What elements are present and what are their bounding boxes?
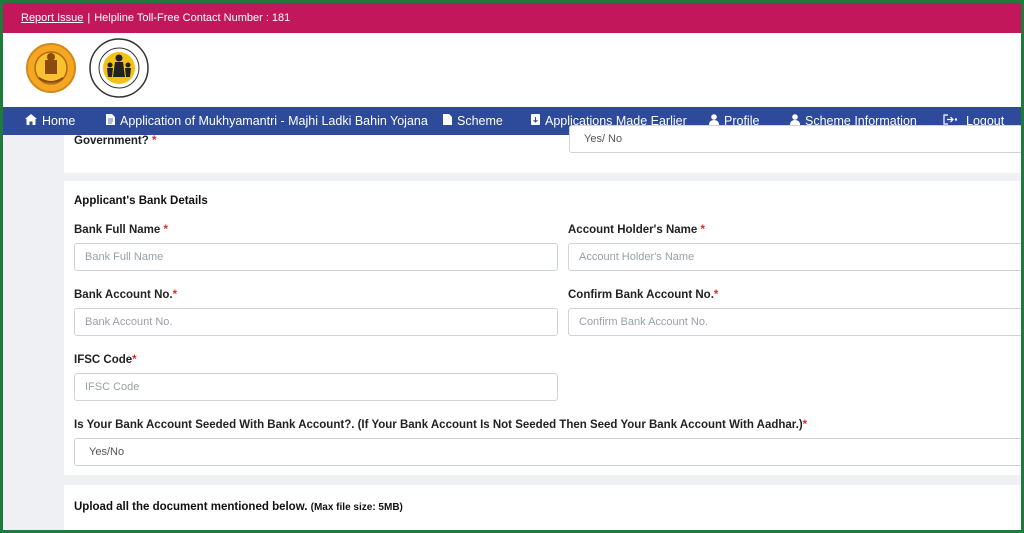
file-icon bbox=[443, 114, 452, 128]
header-logo-area bbox=[3, 33, 1021, 107]
nav-scheme-label: Scheme bbox=[457, 114, 503, 128]
required-mark: * bbox=[163, 224, 168, 236]
bank-account-no-label-text: Bank Account No. bbox=[74, 289, 173, 301]
separator: | bbox=[87, 12, 91, 24]
seeded-question-text: Is Your Bank Account Seeded With Bank Ac… bbox=[74, 419, 803, 431]
bank-details-card: Applicant's Bank Details Bank Full Name … bbox=[64, 181, 1024, 475]
required-mark: * bbox=[700, 224, 705, 236]
nav-home-label: Home bbox=[42, 114, 76, 128]
nav-scheme[interactable]: Scheme bbox=[443, 107, 503, 135]
government-question-text: Government? bbox=[74, 135, 149, 147]
upload-note: (Max file size: 5MB) bbox=[310, 502, 403, 513]
government-question-label: Government? * bbox=[74, 135, 156, 147]
ifsc-label-text: IFSC Code bbox=[74, 354, 133, 366]
account-holder-input[interactable] bbox=[568, 243, 1024, 271]
form-area: Government? * Yes/ No Applicant's Bank D… bbox=[3, 125, 1024, 533]
seeded-question-label: Is Your Bank Account Seeded With Bank Ac… bbox=[74, 419, 807, 431]
government-select-value: Yes/ No bbox=[584, 133, 623, 145]
bank-full-name-input[interactable] bbox=[74, 243, 558, 271]
confirm-account-label: Confirm Bank Account No.* bbox=[568, 289, 718, 301]
helpline-text: Helpline Toll-Free Contact Number : 181 bbox=[94, 12, 291, 24]
seeded-select-value: Yes/No bbox=[89, 446, 125, 458]
seeded-select[interactable]: Yes/No bbox=[74, 438, 1024, 466]
report-issue-link[interactable]: Report Issue bbox=[21, 12, 83, 24]
previous-section-card: Government? * Yes/ No bbox=[64, 125, 1024, 173]
bank-account-no-label: Bank Account No.* bbox=[74, 289, 177, 301]
bank-account-no-input[interactable] bbox=[74, 308, 558, 336]
nav-application[interactable]: Application of Mukhyamantri - Majhi Ladk… bbox=[106, 107, 428, 135]
required-mark: * bbox=[802, 419, 808, 431]
ifsc-label: IFSC Code* bbox=[74, 354, 137, 366]
bank-details-title: Applicant's Bank Details bbox=[74, 195, 208, 207]
confirm-account-input[interactable] bbox=[568, 308, 1024, 336]
required-mark: * bbox=[713, 289, 719, 301]
account-holder-label-text: Account Holder's Name bbox=[568, 224, 698, 236]
required-mark: * bbox=[172, 289, 178, 301]
upload-title: Upload all the document mentioned below.… bbox=[74, 501, 403, 513]
maharashtra-emblem-logo bbox=[26, 43, 76, 93]
women-child-development-logo bbox=[89, 38, 149, 98]
document-icon bbox=[106, 114, 115, 128]
bank-full-name-label-text: Bank Full Name bbox=[74, 224, 161, 236]
required-mark: * bbox=[151, 135, 157, 147]
bank-full-name-label: Bank Full Name * bbox=[74, 224, 168, 236]
download-file-icon bbox=[531, 114, 540, 128]
government-select[interactable]: Yes/ No bbox=[569, 125, 1024, 153]
account-holder-label: Account Holder's Name * bbox=[568, 224, 705, 236]
confirm-account-label-text: Confirm Bank Account No. bbox=[568, 289, 714, 301]
upload-title-text: Upload all the document mentioned below. bbox=[74, 501, 308, 513]
ifsc-input[interactable] bbox=[74, 373, 558, 401]
nav-home[interactable]: Home bbox=[25, 107, 75, 135]
nav-application-label: Application of Mukhyamantri - Majhi Ladk… bbox=[120, 114, 428, 128]
required-mark: * bbox=[132, 354, 137, 366]
upload-documents-card: Upload all the document mentioned below.… bbox=[64, 485, 1024, 533]
home-icon bbox=[25, 114, 37, 128]
top-info-bar: Report Issue | Helpline Toll-Free Contac… bbox=[3, 3, 1021, 33]
